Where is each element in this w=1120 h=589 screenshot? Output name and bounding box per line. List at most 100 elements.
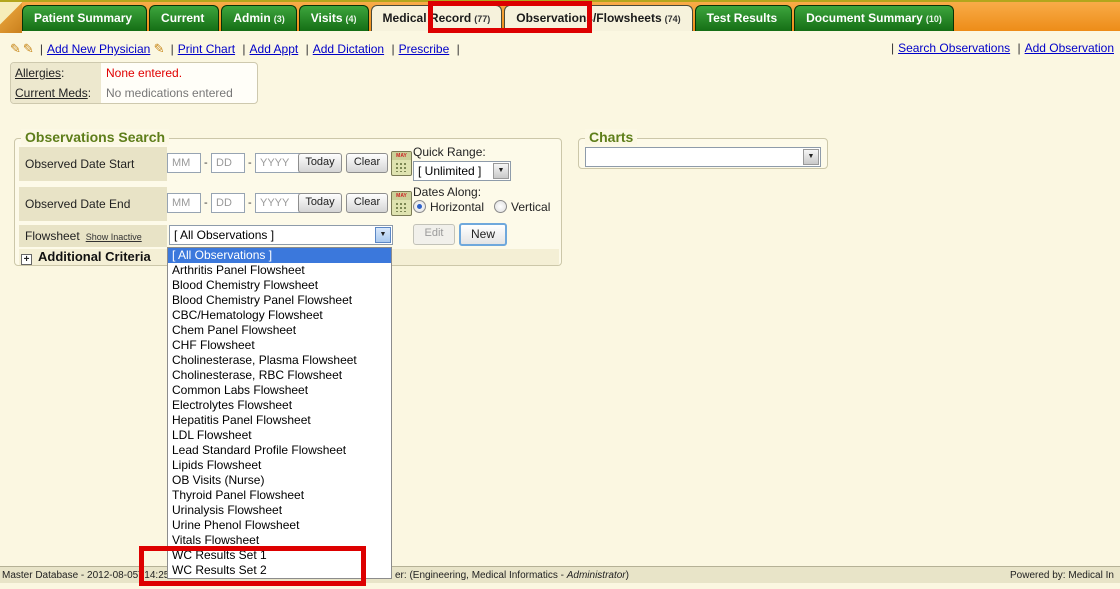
- flowsheet-option-blood-chemistry-panel-flowsheet[interactable]: Blood Chemistry Panel Flowsheet: [168, 293, 391, 308]
- separator: |: [40, 42, 43, 56]
- toolbar-left: ✎✎|Add New Physician ✎|Print Chart |Add …: [10, 42, 464, 56]
- date-end-clear-button[interactable]: Clear: [346, 193, 388, 213]
- flowsheet-option-thyroid-panel-flowsheet[interactable]: Thyroid Panel Flowsheet: [168, 488, 391, 503]
- dash: -: [248, 197, 252, 209]
- date-end-today-button[interactable]: Today: [298, 193, 342, 213]
- charts-title: Charts: [585, 129, 637, 145]
- add-new-physician-link[interactable]: Add New Physician: [47, 42, 150, 56]
- add-dictation-link[interactable]: Add Dictation: [313, 42, 384, 56]
- observed-date-start-label: Observed Date Start: [19, 147, 167, 181]
- flowsheet-option-chf-flowsheet[interactable]: CHF Flowsheet: [168, 338, 391, 353]
- toolbar-right: | Search Observations | Add Observation: [887, 41, 1114, 55]
- additional-criteria-label: Additional Criteria: [38, 249, 151, 264]
- quick-range-select[interactable]: [ Unlimited ] ▼: [413, 161, 511, 181]
- status-database: Master Database - 2012-08-05T14:25:: [2, 570, 172, 581]
- charts-select[interactable]: ▼: [585, 147, 821, 167]
- separator: |: [457, 42, 460, 56]
- separator: |: [306, 42, 309, 56]
- flowsheet-option-cholinesterase-rbc-flowsheet[interactable]: Cholinesterase, RBC Flowsheet: [168, 368, 391, 383]
- edit-button[interactable]: Edit: [413, 224, 455, 245]
- flowsheet-label-cell: Flowsheet Show Inactive: [19, 225, 167, 247]
- vertical-radio[interactable]: [494, 200, 507, 213]
- flowsheet-option-ldl-flowsheet[interactable]: LDL Flowsheet: [168, 428, 391, 443]
- emr-window: Patient Summary Current Admin(3) Visits(…: [0, 0, 1120, 589]
- current-meds-value: No medications entered: [101, 83, 238, 103]
- flowsheet-option-cholinesterase-plasma-flowsheet[interactable]: Cholinesterase, Plasma Flowsheet: [168, 353, 391, 368]
- pencil-icon[interactable]: ✎: [10, 41, 21, 56]
- flowsheet-option-vitals-flowsheet[interactable]: Vitals Flowsheet: [168, 533, 391, 548]
- toolbar: ✎✎|Add New Physician ✎|Print Chart |Add …: [10, 41, 1114, 59]
- tab-document-summary[interactable]: Document Summary(10): [794, 5, 954, 31]
- date-end-mm-input[interactable]: [167, 193, 201, 213]
- flowsheet-option-electrolytes-flowsheet[interactable]: Electrolytes Flowsheet: [168, 398, 391, 413]
- separator: |: [391, 42, 394, 56]
- separator: |: [891, 41, 894, 55]
- tab-visits[interactable]: Visits(4): [299, 5, 369, 31]
- dash: -: [204, 157, 208, 169]
- chevron-down-icon[interactable]: ▼: [493, 163, 509, 179]
- prescribe-link[interactable]: Prescribe: [399, 42, 450, 56]
- show-inactive-link[interactable]: Show Inactive: [86, 232, 142, 242]
- flowsheet-label: Flowsheet: [25, 229, 80, 243]
- flowsheet-option-arthritis-panel-flowsheet[interactable]: Arthritis Panel Flowsheet: [168, 263, 391, 278]
- date-start-calendar-icon[interactable]: MAY: [391, 151, 412, 176]
- tab-current[interactable]: Current: [149, 5, 219, 31]
- flowsheet-option-common-labs-flowsheet[interactable]: Common Labs Flowsheet: [168, 383, 391, 398]
- date-end-calendar-icon[interactable]: MAY: [391, 191, 412, 216]
- flowsheet-option-urinalysis-flowsheet[interactable]: Urinalysis Flowsheet: [168, 503, 391, 518]
- flowsheet-select[interactable]: [ All Observations ] ▼: [169, 225, 393, 245]
- pencil-icon[interactable]: ✎: [154, 41, 165, 56]
- main-tabs: Patient Summary Current Admin(3) Visits(…: [22, 5, 954, 31]
- date-start-clear-button[interactable]: Clear: [346, 153, 388, 173]
- current-meds-row: Current Meds: No medications entered: [11, 83, 257, 103]
- add-appt-link[interactable]: Add Appt: [250, 42, 299, 56]
- date-start-today-button[interactable]: Today: [298, 153, 342, 173]
- status-powered-by: Powered by: Medical In: [1010, 570, 1114, 581]
- page-corner-decoration: [0, 2, 22, 33]
- flowsheet-option-urine-phenol-flowsheet[interactable]: Urine Phenol Flowsheet: [168, 518, 391, 533]
- chevron-down-icon[interactable]: ▼: [375, 227, 391, 243]
- current-meds-label[interactable]: Current Meds:: [11, 83, 101, 103]
- status-user: er: (Engineering, Medical Informatics - …: [395, 570, 629, 581]
- chevron-down-icon[interactable]: ▼: [803, 149, 819, 165]
- date-start-dd-input[interactable]: [211, 153, 245, 173]
- flowsheet-option-hepatitis-panel-flowsheet[interactable]: Hepatitis Panel Flowsheet: [168, 413, 391, 428]
- tab-observations-flowsheets[interactable]: Observations/Flowsheets(74): [504, 5, 692, 31]
- date-end-dd-input[interactable]: [211, 193, 245, 213]
- flowsheet-option-chem-panel-flowsheet[interactable]: Chem Panel Flowsheet: [168, 323, 391, 338]
- patient-banner: Allergies: None entered. Current Meds: N…: [10, 62, 258, 104]
- dates-along-radios: Horizontal Vertical: [413, 200, 560, 214]
- quick-range-label: Quick Range:: [413, 145, 486, 159]
- allergies-label[interactable]: Allergies:: [11, 63, 101, 83]
- add-observation-link[interactable]: Add Observation: [1025, 41, 1114, 55]
- flowsheet-dropdown-list: [ All Observations ] Arthritis Panel Flo…: [167, 247, 392, 579]
- tab-medical-record[interactable]: Medical Record(77): [371, 5, 503, 31]
- observations-search-title: Observations Search: [21, 129, 169, 145]
- flowsheet-option-ob-visits-nurse[interactable]: OB Visits (Nurse): [168, 473, 391, 488]
- date-start-mm-input[interactable]: [167, 153, 201, 173]
- observed-date-end-label: Observed Date End: [19, 187, 167, 221]
- vertical-radio-label: Vertical: [511, 200, 550, 214]
- dash: -: [204, 197, 208, 209]
- dash: -: [248, 157, 252, 169]
- flowsheet-option-lead-standard-profile-flowsheet[interactable]: Lead Standard Profile Flowsheet: [168, 443, 391, 458]
- flowsheet-option-cbc-hematology-flowsheet[interactable]: CBC/Hematology Flowsheet: [168, 308, 391, 323]
- pencil-icon[interactable]: ✎: [23, 41, 34, 56]
- new-button[interactable]: New: [459, 223, 507, 246]
- flowsheet-option-blood-chemistry-flowsheet[interactable]: Blood Chemistry Flowsheet: [168, 278, 391, 293]
- flowsheet-option-wc-results-set-1[interactable]: WC Results Set 1: [168, 548, 391, 563]
- flowsheet-option-wc-results-set-2[interactable]: WC Results Set 2: [168, 563, 391, 578]
- separator: |: [1017, 41, 1020, 55]
- horizontal-radio-label: Horizontal: [430, 200, 484, 214]
- flowsheet-option-all-observations[interactable]: [ All Observations ]: [168, 248, 391, 263]
- expand-plus-icon[interactable]: +: [21, 254, 32, 265]
- separator: |: [171, 42, 174, 56]
- horizontal-radio[interactable]: [413, 200, 426, 213]
- tab-admin[interactable]: Admin(3): [221, 5, 296, 31]
- tab-test-results[interactable]: Test Results: [695, 5, 792, 31]
- search-observations-link[interactable]: Search Observations: [898, 41, 1010, 55]
- allergies-value: None entered.: [101, 63, 187, 83]
- tab-patient-summary[interactable]: Patient Summary: [22, 5, 147, 31]
- print-chart-link[interactable]: Print Chart: [178, 42, 235, 56]
- flowsheet-option-lipids-flowsheet[interactable]: Lipids Flowsheet: [168, 458, 391, 473]
